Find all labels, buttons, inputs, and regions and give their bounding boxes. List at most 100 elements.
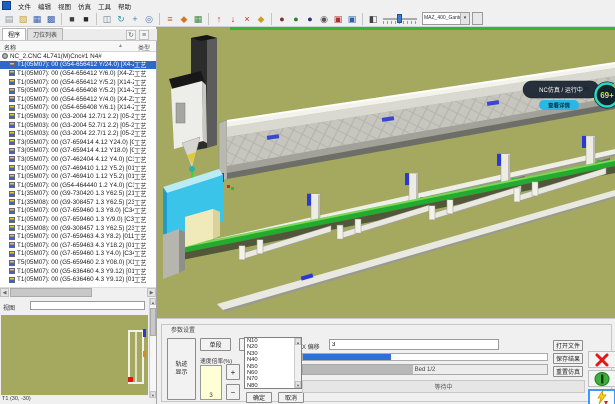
tool2-icon[interactable]: ● xyxy=(290,12,303,25)
delete-icon[interactable]: × xyxy=(241,12,254,25)
list-item[interactable]: T1(35M08): 00 (G9-308457 1.3 Y62.5) [23-… xyxy=(0,224,156,233)
horizontal-scrollbar[interactable]: ◀ ▶ xyxy=(0,287,156,297)
tool3-icon[interactable]: ● xyxy=(304,12,317,25)
trace-display-button[interactable]: 轨迹 显示 xyxy=(167,338,196,400)
rate-decrease-button[interactable]: − xyxy=(226,384,240,400)
single-step-button[interactable]: 单段 xyxy=(200,338,231,351)
view-solid-icon[interactable]: ■ xyxy=(66,12,79,25)
combo-apply-button[interactable] xyxy=(472,12,483,25)
list-item[interactable]: T1(05M07): 00 (G7-659460 1.3 Y/9.0) [C34… xyxy=(0,215,156,224)
measure-icon[interactable]: ◆ xyxy=(178,12,191,25)
tools-icon[interactable]: ◆ xyxy=(255,12,268,25)
abort-button[interactable] xyxy=(588,351,615,368)
list-item[interactable]: T1(05M07): 00 (G54-656408 Y/6.1) [X14-Z2… xyxy=(0,104,156,113)
toolbar-icons: ▤▧▦▩■■◫↻+◎≡◆▦↑↓×◆●●●◉▣▣◧ xyxy=(2,12,380,25)
feed-rate-value[interactable]: 3 xyxy=(200,365,222,400)
list-item[interactable]: T1(05M07): 00 (G7-469410 1.12 Y5.2) [011… xyxy=(0,164,156,173)
menu-item[interactable]: 工具 xyxy=(98,1,111,11)
import-icon[interactable]: ↑ xyxy=(213,12,226,25)
list-item[interactable]: T1(05M07): 00 (G54-656412 Y/6.0) [X4-Z29… xyxy=(0,69,156,78)
scroll-down-icon[interactable]: ▼ xyxy=(150,391,156,398)
tab-toollist[interactable]: 刀位列表 xyxy=(27,28,63,40)
side-button-3[interactable]: 重置仿真 xyxy=(553,366,583,377)
list-item[interactable]: T1(35M08): 00 (G9-308457 1.3 Y62.5) [23-… xyxy=(0,198,156,207)
menu-item[interactable]: 视图 xyxy=(58,1,71,11)
menu-item[interactable]: 帮助 xyxy=(118,1,131,11)
list-item[interactable]: T1(05M07): 00 (G7-659460 1.3 Y8.0) [C34-… xyxy=(0,207,156,216)
nc-block-item[interactable]: N80 xyxy=(245,383,301,389)
rate-increase-button[interactable]: + xyxy=(226,364,240,380)
list-item[interactable]: T3(05M07): 00 (G7-659414 4.12 Y18.0) [C3… xyxy=(0,147,156,156)
list-item[interactable]: T1(05M07): 00 (G7-659463 4.3 Y8.2) [011-… xyxy=(0,232,156,241)
chevron-down-icon[interactable]: ▾ xyxy=(460,13,469,24)
scroll-up-icon[interactable]: ▲ xyxy=(150,298,156,305)
list-item[interactable]: T1(05M07): 00 (G7-469410 1.12 Y5.2) [011… xyxy=(0,172,156,181)
list-item[interactable]: T1(05M03): 00 (G3-2004 52.7/1 2.2) [05-2… xyxy=(0,121,156,130)
list-item[interactable]: T1(05M07): 00 (G54-656412 Y/24.0) [X4-Z2… xyxy=(0,61,156,70)
zoom-fit-icon[interactable]: ◎ xyxy=(143,12,156,25)
sort-icon[interactable]: ▲ xyxy=(118,43,123,49)
block-list-scrollbar[interactable]: ▲ ▼ xyxy=(294,338,301,388)
tab-program[interactable]: 程序 xyxy=(2,28,26,40)
list-item[interactable]: T1(05M07): 00 (G54-656412 Y/5.2) [X14-Z4… xyxy=(0,78,156,87)
scroll-right-icon[interactable]: ▶ xyxy=(147,288,156,297)
save-all-icon[interactable]: ▩ xyxy=(45,12,58,25)
list-item[interactable]: T1(05M03): 00 (G3-2004 22.7/1 2.2) [05-2… xyxy=(0,129,156,138)
mini-2d-view[interactable] xyxy=(1,315,148,395)
side-button-1[interactable]: 打开文件 xyxy=(553,340,583,351)
menu-item[interactable]: 文件 xyxy=(18,1,31,11)
list-item[interactable]: T3(05M07): 00 (G7-659414 4.12 Y24.0) [C3… xyxy=(0,138,156,147)
tool1-icon[interactable]: ● xyxy=(276,12,289,25)
meter-icon[interactable]: ◧ xyxy=(367,12,380,25)
pan-icon[interactable]: + xyxy=(129,12,142,25)
mini-view-input[interactable] xyxy=(30,301,145,310)
start-button[interactable] xyxy=(588,370,615,387)
refresh-icon[interactable]: ↻ xyxy=(126,30,136,40)
vscroll-thumb[interactable] xyxy=(150,308,156,336)
list-item[interactable]: T1(05M03): 00 (G3-2004 12.7/1 2.2) [05-2… xyxy=(0,112,156,121)
list-item[interactable]: T5(05M07): 00 (G54-656408 Y/5.2) [X14-Z4… xyxy=(0,86,156,95)
list-item[interactable]: T1(05M07): 00 (G7-659460 1.3 Y4.0) [C34-… xyxy=(0,250,156,259)
slider-thumb[interactable] xyxy=(397,14,402,23)
badge-button-text[interactable]: 查看详情 xyxy=(548,102,571,110)
list-header[interactable]: 名称 ▲ 类型 xyxy=(0,41,156,52)
scroll-thumb[interactable] xyxy=(10,288,92,297)
list-item[interactable]: T5(05M07): 00 (G5-659460 2.3 Y08.0) [X13… xyxy=(0,258,156,267)
scroll-left-icon[interactable]: ◀ xyxy=(0,288,9,297)
search-icon[interactable]: ◉ xyxy=(318,12,331,25)
tree-root-item[interactable]: NC_2.CNC 4L741(M)Cnc#1 N4# xyxy=(0,52,156,61)
nc-block-list[interactable]: N10N20N30N40N50N60N70N80 ▲ ▼ xyxy=(244,337,302,389)
scroll-down-icon[interactable]: ▼ xyxy=(295,381,301,388)
list-icon[interactable]: ≡ xyxy=(164,12,177,25)
list-item[interactable]: T1(35M07): 00 (G9-730420 1.3 Y62.5) [21-… xyxy=(0,190,156,199)
machine-combo[interactable]: MAZ_400_Gantry ▾ xyxy=(422,12,470,25)
view-shaded-icon[interactable]: ■ xyxy=(80,12,93,25)
grid-icon[interactable]: ▦ xyxy=(192,12,205,25)
cancel-button[interactable]: 取消 xyxy=(278,392,304,403)
list-item[interactable]: T3(05M07): 00 (G7-462404 4.12 Y4.0) [C34… xyxy=(0,155,156,164)
new-file-icon[interactable]: ▤ xyxy=(3,12,16,25)
list-view-icon[interactable]: ≡ xyxy=(139,30,149,40)
ok-button[interactable]: 确定 xyxy=(246,392,272,403)
open-folder-icon[interactable]: ▧ xyxy=(17,12,30,25)
offset-input[interactable] xyxy=(329,339,499,350)
list-item[interactable]: T1(05M07): 00 (G54-656412 Y/4.0) [X4-Z29… xyxy=(0,95,156,104)
viewport-3d[interactable]: NC仿真 / 运行中 查看详情 69+ xyxy=(157,27,615,318)
list-item[interactable]: T1(05M07): 00 (G5-636460 4.3 Y9.12) [014… xyxy=(0,275,156,284)
doc-icon[interactable]: ▣ xyxy=(346,12,359,25)
save-icon[interactable]: ▦ xyxy=(31,12,44,25)
side-button-2[interactable]: 保存结果 xyxy=(553,353,583,364)
select-icon[interactable]: ◫ xyxy=(101,12,114,25)
speed-slider[interactable] xyxy=(383,13,417,25)
rotate-view-icon[interactable]: ↻ xyxy=(115,12,128,25)
menu-item[interactable]: 仿真 xyxy=(78,1,91,11)
report-icon[interactable]: ▣ xyxy=(332,12,345,25)
list-item[interactable]: T1(05M07): 00 (G7-659463 4.3 Y18.2) [011… xyxy=(0,241,156,250)
menu-item[interactable]: 编辑 xyxy=(38,1,51,11)
scroll-up-icon[interactable]: ▲ xyxy=(295,338,301,345)
export-icon[interactable]: ↓ xyxy=(227,12,240,25)
vertical-scrollbar[interactable]: ▲ ▼ xyxy=(149,298,156,398)
resume-button[interactable] xyxy=(588,389,615,404)
list-item[interactable]: T1(05M07): 00 (G54-464440 1.2 Y4.0) [C34… xyxy=(0,181,156,190)
list-item[interactable]: T1(05M07): 00 (G5-636460 4.3 Y9.12) [011… xyxy=(0,267,156,276)
